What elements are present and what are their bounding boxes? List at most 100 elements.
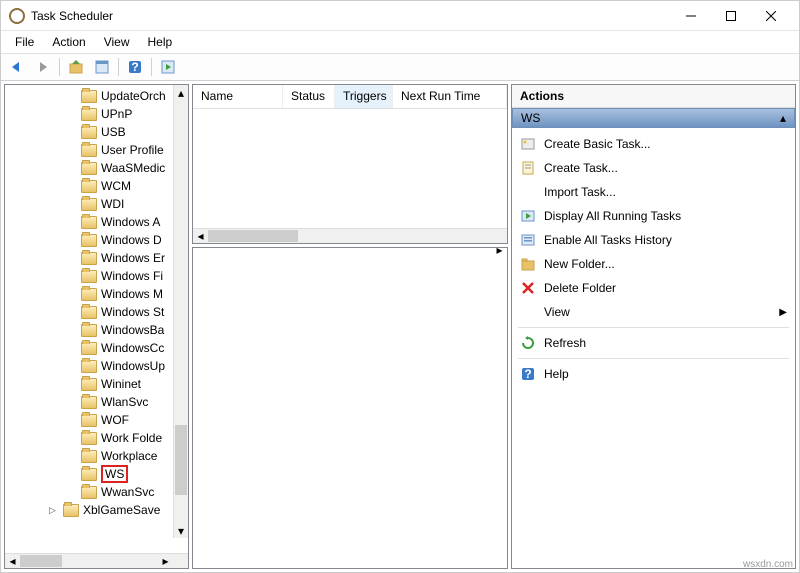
newfolder-icon [520, 256, 536, 272]
scroll-thumb[interactable] [208, 230, 298, 242]
column-triggers[interactable]: Triggers [335, 85, 393, 108]
tree-item-windows-m[interactable]: Windows M [5, 285, 188, 303]
folder-icon [81, 432, 97, 445]
tree-vertical-scrollbar[interactable]: ▴ ▾ [173, 85, 188, 538]
tree-item-usb[interactable]: USB [5, 123, 188, 141]
tree-item-label: WwanSvc [101, 485, 154, 499]
collapse-icon[interactable]: ▴ [780, 111, 786, 125]
folder-icon [81, 144, 97, 157]
delete-icon [520, 280, 536, 296]
tree-item-wcm[interactable]: WCM [5, 177, 188, 195]
titlebar: Task Scheduler [1, 1, 799, 31]
action-enable-all-tasks-history[interactable]: Enable All Tasks History [512, 228, 795, 252]
tree-item-wof[interactable]: WOF [5, 411, 188, 429]
tree-item-windows-st[interactable]: Windows St [5, 303, 188, 321]
tree-item-updateorch[interactable]: UpdateOrch [5, 87, 188, 105]
tree-scroll: UpdateOrch UPnP USB User Profile WaaSMedic WC… [5, 85, 188, 553]
svg-text:?: ? [524, 367, 531, 381]
close-button[interactable] [751, 2, 791, 30]
expander-icon[interactable]: ▷ [49, 505, 56, 516]
menu-help[interactable]: Help [140, 33, 181, 51]
task-list-body[interactable] [193, 109, 507, 228]
tree-item-xblgamesave[interactable]: ▷XblGameSave [5, 501, 188, 519]
run-button[interactable] [156, 56, 180, 78]
tree-item-wwansvc[interactable]: WwanSvc [5, 483, 188, 501]
task-horizontal-scrollbar[interactable]: ◂ ▸ [193, 228, 507, 243]
tree-item-user-profile[interactable]: User Profile [5, 141, 188, 159]
folder-icon [81, 252, 97, 265]
up-button[interactable] [64, 56, 88, 78]
tree-item-ws[interactable]: WS [5, 465, 188, 483]
tree-item-label: WCM [101, 179, 131, 193]
forward-button[interactable] [31, 56, 55, 78]
scroll-right-icon[interactable]: ▸ [492, 243, 507, 257]
tree-item-label: WS [101, 465, 128, 483]
tree-items: UpdateOrch UPnP USB User Profile WaaSMedic WC… [5, 85, 188, 519]
folder-icon [81, 108, 97, 121]
tree-item-upnp[interactable]: UPnP [5, 105, 188, 123]
maximize-button[interactable] [711, 2, 751, 30]
properties-button[interactable] [90, 56, 114, 78]
tree-item-windowscc[interactable]: WindowsCc [5, 339, 188, 357]
scroll-left-icon[interactable]: ◂ [5, 554, 20, 568]
tree-item-windowsup[interactable]: WindowsUp [5, 357, 188, 375]
action-label: Refresh [544, 336, 787, 350]
back-button[interactable] [5, 56, 29, 78]
scroll-up-icon[interactable]: ▴ [174, 85, 188, 100]
folder-icon [81, 396, 97, 409]
scroll-thumb[interactable] [175, 425, 187, 495]
tree-item-windows-er[interactable]: Windows Er [5, 249, 188, 267]
minimize-button[interactable] [671, 2, 711, 30]
tree-item-windows-d[interactable]: Windows D [5, 231, 188, 249]
app-icon [9, 8, 25, 24]
folder-icon [81, 180, 97, 193]
tree-item-label: Windows A [101, 215, 160, 229]
tree-pane: UpdateOrch UPnP USB User Profile WaaSMedic WC… [4, 84, 189, 569]
window-title: Task Scheduler [31, 9, 671, 23]
tree-item-waasmedic[interactable]: WaaSMedic [5, 159, 188, 177]
action-view[interactable]: View▶ [512, 300, 795, 324]
tree-item-windowsba[interactable]: WindowsBa [5, 321, 188, 339]
column-next-run[interactable]: Next Run Time [393, 85, 507, 108]
tree-item-label: UPnP [101, 107, 132, 121]
action-new-folder[interactable]: New Folder... [512, 252, 795, 276]
column-name[interactable]: Name [193, 85, 283, 108]
menu-view[interactable]: View [96, 33, 138, 51]
scroll-right-icon[interactable]: ▸ [158, 554, 173, 568]
tree-item-label: User Profile [101, 143, 164, 157]
scroll-down-icon[interactable]: ▾ [174, 523, 188, 538]
wizard-icon [520, 136, 536, 152]
toolbar-separator [151, 58, 152, 76]
folder-icon [81, 288, 97, 301]
scroll-thumb[interactable] [20, 555, 62, 567]
action-help[interactable]: ?Help [512, 362, 795, 386]
action-label: Import Task... [544, 185, 787, 199]
tree-horizontal-scrollbar[interactable]: ◂ ▸ [5, 553, 188, 568]
menu-file[interactable]: File [7, 33, 42, 51]
tree-item-wininet[interactable]: Wininet [5, 375, 188, 393]
column-status[interactable]: Status [283, 85, 335, 108]
help-button[interactable]: ? [123, 56, 147, 78]
tree-item-windows-a[interactable]: Windows A [5, 213, 188, 231]
action-refresh[interactable]: Refresh [512, 331, 795, 355]
tree-item-workplace[interactable]: Workplace [5, 447, 188, 465]
tree-item-wlansvc[interactable]: WlanSvc [5, 393, 188, 411]
actions-context-header[interactable]: WS ▴ [512, 108, 795, 128]
tree-item-label: Windows D [101, 233, 162, 247]
folder-icon [81, 126, 97, 139]
scroll-left-icon[interactable]: ◂ [193, 229, 208, 243]
tree-item-windows-fi[interactable]: Windows Fi [5, 267, 188, 285]
action-create-basic-task[interactable]: Create Basic Task... [512, 132, 795, 156]
menu-action[interactable]: Action [44, 33, 93, 51]
blank-icon [520, 184, 536, 200]
action-display-all-running-tasks[interactable]: Display All Running Tasks [512, 204, 795, 228]
task-icon [520, 160, 536, 176]
action-create-task[interactable]: Create Task... [512, 156, 795, 180]
action-delete-folder[interactable]: Delete Folder [512, 276, 795, 300]
action-import-task[interactable]: Import Task... [512, 180, 795, 204]
folder-icon [81, 198, 97, 211]
tree-item-work-folde[interactable]: Work Folde [5, 429, 188, 447]
folder-icon [81, 216, 97, 229]
folder-icon [81, 90, 97, 103]
tree-item-wdi[interactable]: WDI [5, 195, 188, 213]
